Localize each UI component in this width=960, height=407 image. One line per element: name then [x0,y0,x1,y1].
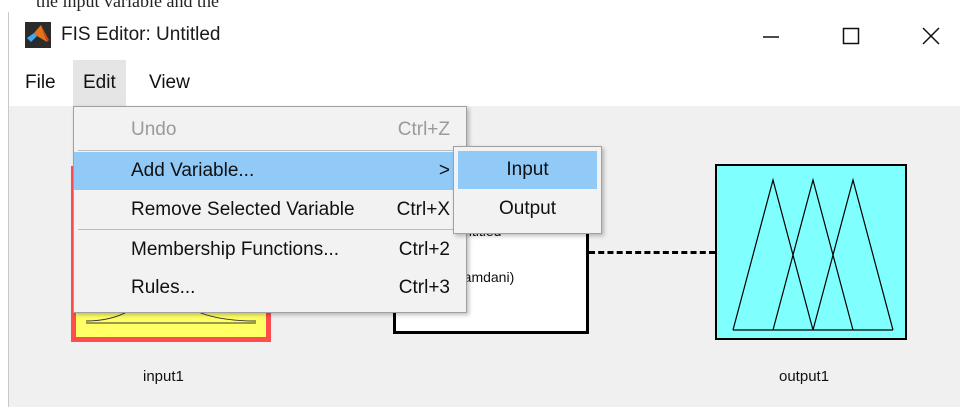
menu-item-remove-variable[interactable]: Remove Selected Variable Ctrl+X [74,191,466,229]
close-button[interactable] [911,18,951,54]
fis-editor-window: FIS Editor: Untitled File Edit View inpu… [8,12,960,407]
output1-label: output1 [779,368,830,385]
menu-separator [78,229,462,230]
output1-variable-box[interactable] [715,164,907,340]
title-bar: FIS Editor: Untitled [9,12,960,60]
menu-bar: File Edit View [9,60,960,106]
menu-item-add-variable[interactable]: Add Variable... > [74,152,466,190]
add-variable-submenu: Input Output [453,146,602,234]
menu-item-membership-functions[interactable]: Membership Functions... Ctrl+2 [74,231,466,269]
maximize-button[interactable] [831,18,871,54]
menu-separator [78,150,462,151]
minimize-button[interactable] [751,18,791,54]
matlab-logo-icon [25,22,51,48]
close-icon [922,27,940,45]
maximize-icon [842,27,860,45]
minimize-icon [763,36,779,38]
menu-edit[interactable]: Edit [73,60,126,106]
input1-label: input1 [143,368,184,385]
output-membership-icon [732,177,894,331]
edit-menu-dropdown: Undo Ctrl+Z Add Variable... > Remove Sel… [73,106,467,313]
menu-file[interactable]: File [15,60,66,106]
menu-view[interactable]: View [139,60,200,106]
submenu-item-output[interactable]: Output [458,190,597,228]
menu-item-undo[interactable]: Undo Ctrl+Z [74,111,466,149]
connector-line [589,251,715,254]
background-text: the input variable and the [36,0,219,11]
menu-item-rules[interactable]: Rules... Ctrl+3 [74,269,466,307]
submenu-item-input[interactable]: Input [458,151,597,189]
submenu-arrow-icon: > [438,160,450,181]
window-title: FIS Editor: Untitled [61,24,221,45]
